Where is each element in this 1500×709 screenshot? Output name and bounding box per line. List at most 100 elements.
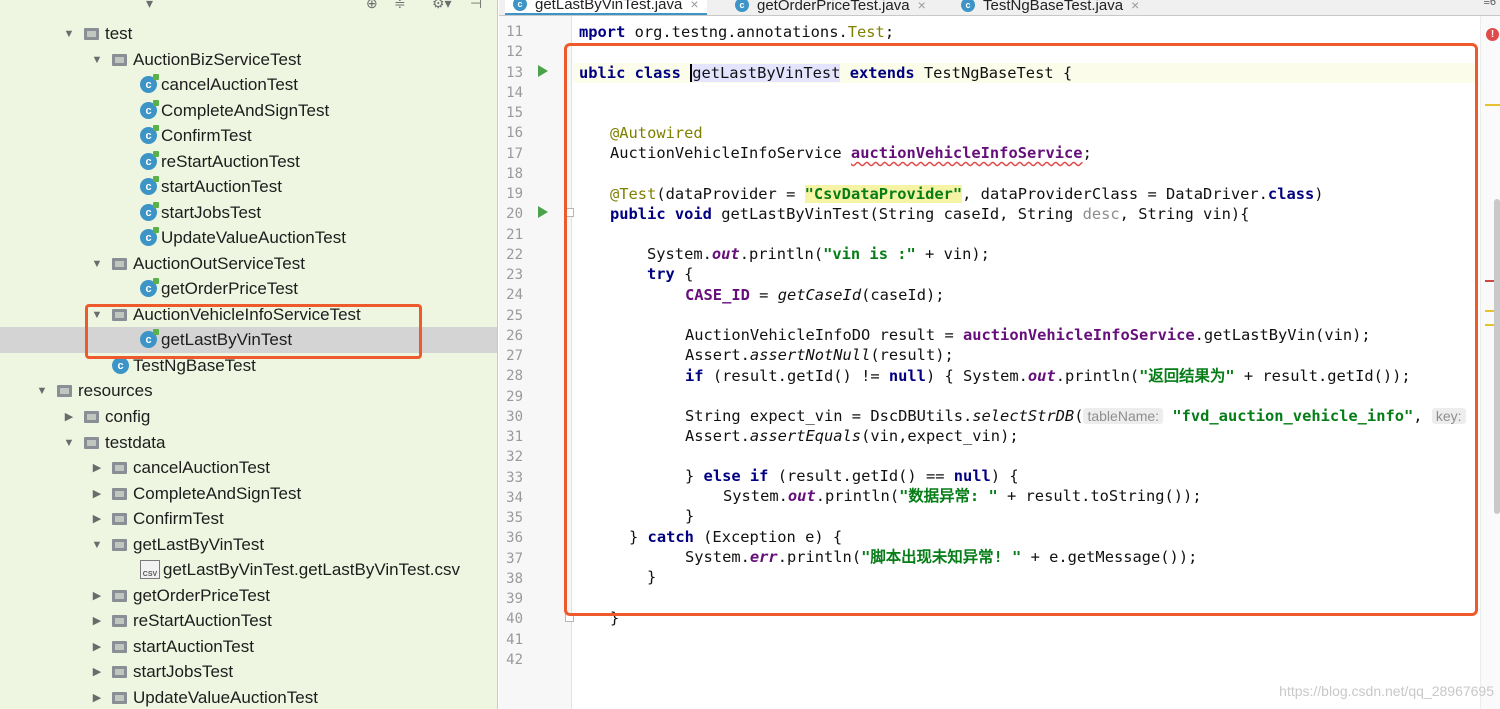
tree-item[interactable]: ▶ ConfirmTest	[0, 506, 497, 532]
close-icon[interactable]: ×	[690, 0, 698, 12]
tree-item[interactable]: ▼ AuctionOutServiceTest	[0, 251, 497, 277]
tree-item[interactable]: CSV getLastByVinTest.getLastByVinTest.csv	[0, 557, 497, 583]
run-test-icon[interactable]	[538, 65, 548, 77]
tree-item[interactable]: c UpdateValueAuctionTest	[0, 225, 497, 251]
line-number: 39	[506, 591, 523, 607]
tab-getorderpricetest[interactable]: c getOrderPriceTest.java ×	[735, 0, 926, 15]
expand-arrow-icon[interactable]: ▼	[62, 437, 76, 449]
tab-testngbasetest[interactable]: c TestNgBaseTest.java ×	[961, 0, 1139, 15]
collapse-all-icon[interactable]: ≑	[394, 0, 406, 10]
run-test-icon[interactable]	[538, 206, 548, 218]
tree-item[interactable]: ▶ cancelAuctionTest	[0, 455, 497, 481]
tree-item[interactable]: ▶ getOrderPriceTest	[0, 583, 497, 609]
tree-item-label: startJobsTest	[133, 661, 234, 681]
test-class-icon: c	[140, 74, 159, 94]
line-number: 40	[506, 611, 523, 628]
tree-item-label: testdata	[105, 432, 166, 452]
collapse-arrow-icon[interactable]: ▶	[90, 512, 104, 525]
line-number: 32	[506, 449, 523, 466]
tree-item[interactable]: ▶ startAuctionTest	[0, 634, 497, 660]
tree-item[interactable]: c startAuctionTest	[0, 174, 497, 200]
tree-item[interactable]: c cancelAuctionTest	[0, 72, 497, 98]
code-editor[interactable]: mport org.testng.annotations.Test; ublic…	[573, 16, 1478, 709]
code-line-20: public void getLastByVinTest(String case…	[610, 205, 1250, 223]
test-class-icon: c	[140, 278, 159, 298]
expand-arrow-icon[interactable]: ▼	[90, 54, 104, 66]
collapse-arrow-icon[interactable]: ▶	[90, 614, 104, 627]
test-class-icon: c	[140, 100, 159, 120]
tab-getlastbyvintest[interactable]: c getLastByVinTest.java ×	[505, 0, 707, 15]
code-line-28: if (result.getId() != null) { System.out…	[685, 367, 1411, 385]
collapse-arrow-icon[interactable]: ▶	[90, 665, 104, 678]
tree-item[interactable]: ▼ resources	[0, 378, 497, 404]
collapse-arrow-icon[interactable]: ▶	[90, 589, 104, 602]
code-line-34: System.out.println("数据异常: " + result.toS…	[723, 487, 1202, 505]
line-number: 17	[506, 145, 523, 162]
tree-item[interactable]: ▼ testdata	[0, 430, 497, 456]
tab-label: TestNgBaseTest.java	[983, 0, 1124, 14]
close-icon[interactable]: ×	[1131, 0, 1139, 13]
code-line-22: System.out.println("vin is :" + vin);	[647, 245, 990, 263]
expand-arrow-icon[interactable]: ▼	[90, 258, 104, 270]
tree-item[interactable]: c CompleteAndSignTest	[0, 98, 497, 124]
line-number: 27	[506, 348, 523, 364]
folder-icon	[84, 436, 99, 449]
folder-icon	[112, 512, 127, 525]
collapse-arrow-icon[interactable]: ▶	[90, 640, 104, 653]
tree-item-label: startJobsTest	[161, 202, 262, 222]
folder-icon	[112, 691, 127, 704]
warning-marker[interactable]	[1485, 104, 1500, 106]
expand-arrow-icon[interactable]: ▼	[62, 28, 76, 40]
collapse-arrow-icon[interactable]: ▶	[90, 691, 104, 704]
line-number: 38	[506, 570, 523, 587]
collapse-arrow-icon[interactable]: ▶	[90, 487, 104, 500]
tree-item-label: CompleteAndSignTest	[161, 100, 330, 120]
tree-item[interactable]: ▼ AuctionBizServiceTest	[0, 47, 497, 73]
tree-item[interactable]: ▶ config	[0, 404, 497, 430]
collapse-arrow-icon[interactable]: ▶	[90, 461, 104, 474]
expand-arrow-icon[interactable]: ▼	[90, 539, 104, 551]
editor-scrollbar[interactable]: !	[1480, 16, 1500, 709]
csv-file-icon: CSV	[140, 560, 160, 580]
tree-item[interactable]: ▶ CompleteAndSignTest	[0, 481, 497, 507]
expand-arrow-icon[interactable]: ▼	[35, 385, 49, 397]
tree-item[interactable]: c getOrderPriceTest	[0, 276, 497, 302]
tree-item-label: getOrderPriceTest	[133, 585, 270, 605]
expand-arrow-icon[interactable]: ▼	[90, 309, 104, 321]
tree-item[interactable]: ▼ AuctionVehicleInfoServiceTest	[0, 302, 497, 328]
code-line-23: try {	[647, 265, 694, 283]
tree-item[interactable]: ▼ getLastByVinTest	[0, 532, 497, 558]
code-line-33: } else if (result.getId() == null) {	[685, 467, 1019, 485]
close-icon[interactable]: ×	[918, 0, 926, 13]
collapse-arrow-icon[interactable]: ▶	[62, 410, 76, 423]
tree-item[interactable]: c getLastByVinTest	[0, 327, 497, 353]
folder-icon	[112, 461, 127, 474]
code-line-17: AuctionVehicleInfoService auctionVehicle…	[610, 144, 1092, 162]
locate-target-icon[interactable]: ⊕	[366, 0, 378, 10]
tree-item-label: startAuctionTest	[133, 636, 254, 656]
tree-item[interactable]: ▼ test	[0, 21, 497, 47]
class-icon: c	[112, 357, 129, 375]
tree-item[interactable]: ▶ UpdateValueAuctionTest	[0, 685, 497, 709]
tree-item-label: AuctionVehicleInfoServiceTest	[133, 304, 361, 324]
tree-item[interactable]: c ConfirmTest	[0, 123, 497, 149]
line-number: 41	[506, 631, 523, 648]
code-line-30: String expect_vin = DscDBUtils.selectStr…	[685, 406, 1478, 426]
tabs-overflow-menu[interactable]: ≡6	[1483, 0, 1496, 8]
hide-panel-icon[interactable]: ⊣	[470, 0, 482, 10]
tree-item[interactable]: ▶ startJobsTest	[0, 659, 497, 685]
gear-icon[interactable]: ⚙▾	[432, 0, 452, 10]
scroll-thumb[interactable]	[1494, 199, 1500, 514]
test-class-icon: c	[140, 125, 159, 145]
tree-item[interactable]: c startJobsTest	[0, 200, 497, 226]
line-number: 25	[506, 307, 523, 324]
folder-icon	[57, 384, 72, 397]
tree-item[interactable]: ▶ reStartAuctionTest	[0, 608, 497, 634]
error-indicator-icon[interactable]: !	[1486, 28, 1499, 41]
tree-item-label: UpdateValueAuctionTest	[161, 227, 346, 247]
tree-item[interactable]: c reStartAuctionTest	[0, 149, 497, 175]
code-line-37: System.err.println("脚本出现未知异常! " + e.getM…	[685, 548, 1198, 566]
code-line-36: } catch (Exception e) {	[629, 528, 843, 546]
tree-item[interactable]: c TestNgBaseTest	[0, 353, 497, 379]
dropdown-arrow-icon[interactable]: ▾	[146, 0, 153, 10]
